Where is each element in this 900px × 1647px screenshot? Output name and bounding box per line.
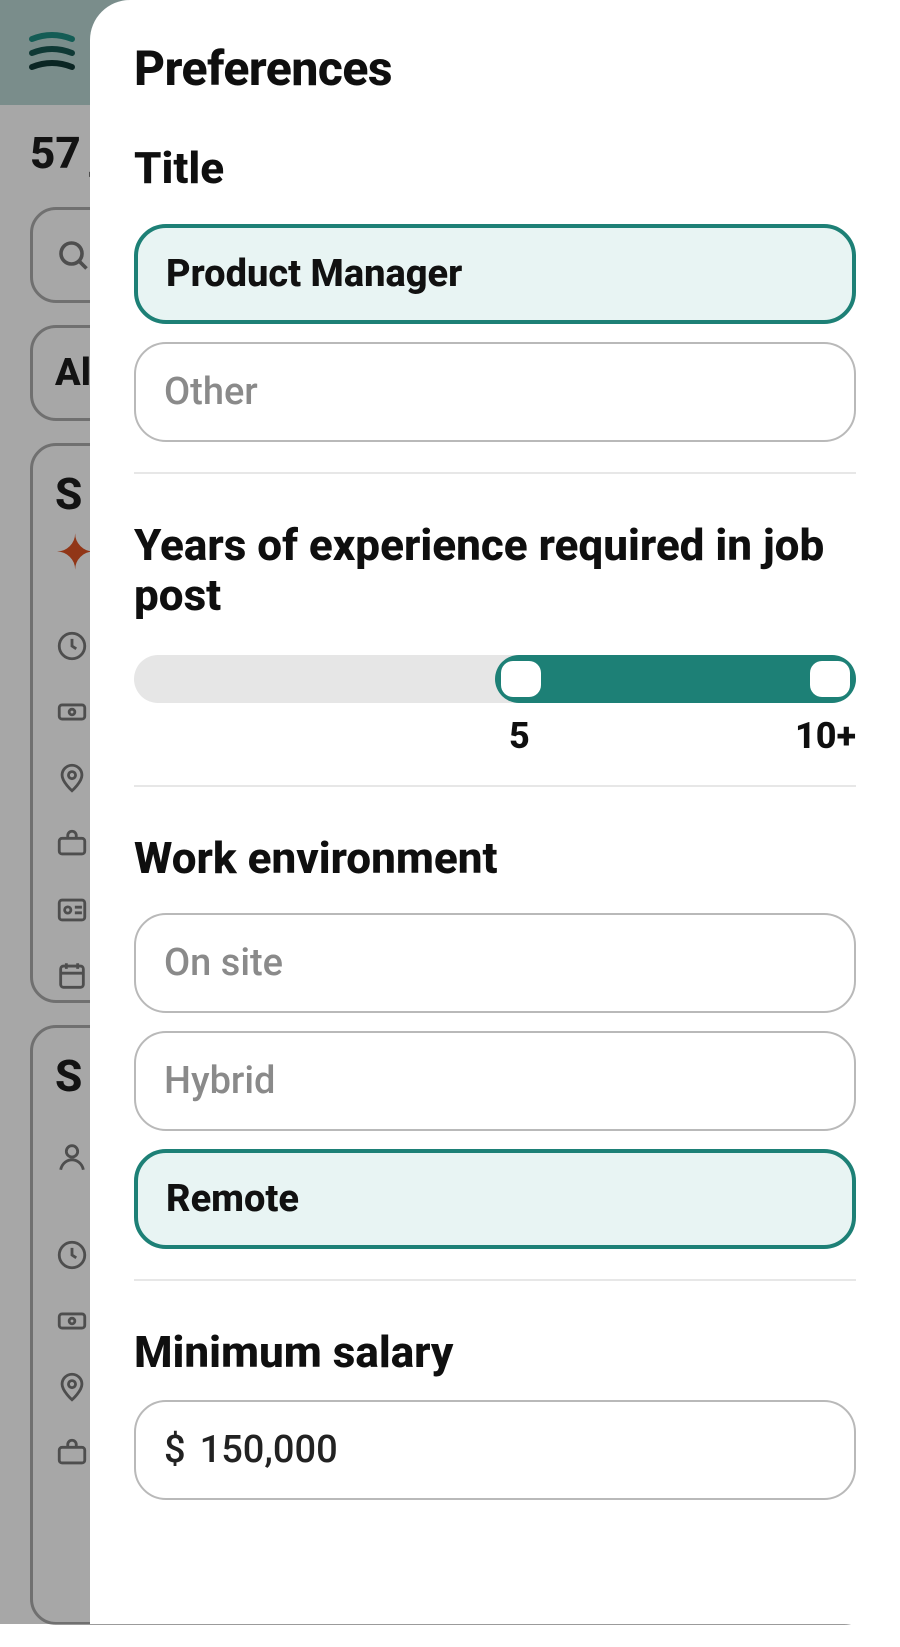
- divider: [134, 1279, 856, 1281]
- slider-high-label: 10+: [795, 715, 856, 757]
- currency-symbol: $: [164, 1428, 186, 1472]
- divider: [134, 785, 856, 787]
- slider-low-label: 5: [509, 715, 530, 757]
- experience-slider[interactable]: [134, 655, 856, 703]
- title-label: Title: [134, 143, 856, 194]
- work-env-label: Work environment: [134, 833, 856, 884]
- experience-section: Years of experience required in job post…: [134, 520, 856, 755]
- work-env-onsite[interactable]: On site: [134, 913, 856, 1013]
- divider: [134, 472, 856, 474]
- title-section: Title Product Manager Other: [134, 143, 856, 442]
- title-option-product-manager[interactable]: Product Manager: [134, 224, 856, 324]
- slider-handle-high[interactable]: [810, 661, 850, 697]
- salary-input-wrap[interactable]: $: [134, 1400, 856, 1500]
- experience-label: Years of experience required in job post: [134, 520, 856, 621]
- title-option-other[interactable]: Other: [134, 342, 856, 442]
- pill-label: Product Manager: [166, 252, 462, 296]
- salary-input[interactable]: [200, 1428, 826, 1472]
- work-env-remote[interactable]: Remote: [134, 1149, 856, 1249]
- pill-label: On site: [164, 941, 283, 985]
- pill-label: Remote: [166, 1177, 299, 1221]
- salary-section: Minimum salary $: [134, 1327, 856, 1500]
- preferences-panel: Preferences Title Product Manager Other …: [90, 0, 900, 1624]
- pill-label: Hybrid: [164, 1059, 275, 1103]
- pill-label: Other: [164, 370, 258, 414]
- work-env-hybrid[interactable]: Hybrid: [134, 1031, 856, 1131]
- panel-heading: Preferences: [134, 40, 856, 97]
- slider-handle-low[interactable]: [501, 661, 541, 697]
- salary-label: Minimum salary: [134, 1327, 856, 1378]
- work-env-section: Work environment On site Hybrid Remote: [134, 833, 856, 1250]
